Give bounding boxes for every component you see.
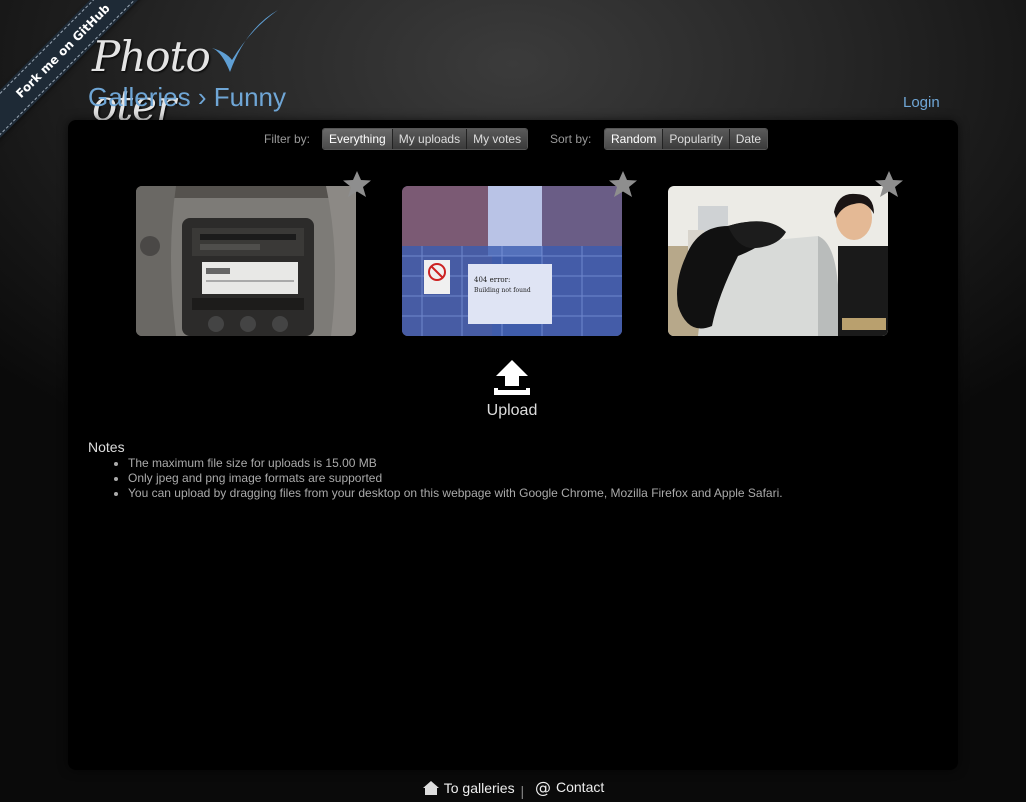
breadcrumb-current: Funny (213, 82, 286, 112)
logo[interactable]: Photooter (92, 8, 322, 130)
photo-thumbnail-1[interactable] (136, 186, 356, 336)
to-galleries-label: To galleries (443, 780, 515, 796)
sort-button-group: Random Popularity Date (604, 128, 769, 150)
photo-thumbnail-2[interactable]: 404 error: Building not found (402, 186, 622, 336)
notes-list: The maximum file size for uploads is 15.… (128, 456, 783, 501)
monitor-socks-image (668, 186, 888, 336)
sort-date-button[interactable]: Date (729, 129, 768, 149)
breadcrumb-separator: › (197, 82, 207, 112)
svg-text:404 error:: 404 error: (474, 276, 510, 284)
footer: To galleries | @ Contact (0, 778, 1026, 799)
sort-random-button[interactable]: Random (605, 129, 664, 149)
star-vote-icon-2[interactable] (608, 170, 638, 198)
note-item: The maximum file size for uploads is 15.… (128, 456, 783, 471)
contact-label: Contact (556, 779, 605, 795)
login-link[interactable]: Login (903, 94, 940, 111)
note-item: You can upload by dragging files from yo… (128, 486, 783, 501)
footer-separator: | (520, 783, 525, 799)
gallery-panel: Filter by: Everything My uploads My vote… (68, 120, 958, 770)
filter-sort-bar: Filter by: Everything My uploads My vote… (68, 128, 958, 150)
checkmark-logo-icon (212, 10, 278, 72)
upload-label: Upload (486, 402, 538, 419)
svg-text:Building not found: Building not found (474, 287, 531, 294)
filter-my-uploads-button[interactable]: My uploads (392, 129, 468, 149)
to-galleries-link[interactable]: To galleries (422, 780, 515, 796)
filter-label: Filter by: (264, 132, 311, 146)
notes-title: Notes (88, 439, 125, 455)
sort-popularity-button[interactable]: Popularity (663, 129, 730, 149)
upload-button[interactable]: Upload (480, 358, 544, 420)
filter-my-votes-button[interactable]: My votes (467, 129, 528, 149)
breadcrumb: Galleries › Funny (88, 82, 286, 113)
breadcrumb-galleries-link[interactable]: Galleries (88, 82, 191, 112)
photo-thumbnail-3[interactable] (668, 186, 888, 336)
home-icon (422, 781, 439, 795)
filter-button-group: Everything My uploads My votes (322, 128, 529, 150)
star-vote-icon-3[interactable] (874, 170, 904, 198)
filter-everything-button[interactable]: Everything (323, 129, 393, 149)
logo-text: Photooter (92, 32, 211, 130)
note-item: Only jpeg and png image formats are supp… (128, 471, 783, 486)
upload-icon (494, 360, 530, 395)
contact-link[interactable]: @ Contact (534, 778, 604, 796)
star-vote-icon-1[interactable] (342, 170, 372, 198)
car-stereo-image (136, 186, 356, 336)
sort-label: Sort by: (550, 132, 592, 146)
construction-404-image: 404 error: Building not found (402, 186, 622, 336)
at-sign-icon: @ (535, 778, 551, 796)
svg-text:@: @ (535, 778, 551, 796)
